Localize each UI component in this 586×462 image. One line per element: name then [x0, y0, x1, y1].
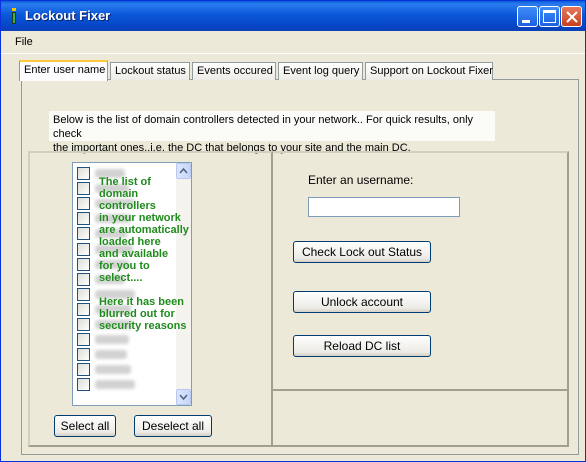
select-all-button[interactable]: Select all [54, 415, 116, 437]
dc-checkbox[interactable] [77, 378, 90, 392]
scroll-up-button[interactable] [176, 163, 191, 179]
dc-checkbox[interactable] [77, 197, 90, 211]
reload-dc-list-button[interactable]: Reload DC list [293, 335, 431, 357]
annotation-line: Here it has been [99, 296, 184, 308]
username-input[interactable] [308, 197, 460, 217]
deselect-all-button[interactable]: Deselect all [134, 415, 212, 437]
dc-checkbox[interactable] [77, 212, 90, 226]
main-window: Lockout Fixer File Enter user name Locko… [0, 0, 586, 462]
check-lockout-status-button[interactable]: Check Lock out Status [293, 241, 431, 263]
dc-checkbox[interactable] [77, 182, 90, 196]
annotation-line: in your network [99, 212, 181, 224]
tab-lockout-status[interactable]: Lockout status [110, 62, 190, 80]
tab-event-log-query[interactable]: Event log query [278, 62, 363, 80]
dc-checkbox[interactable] [77, 242, 90, 256]
intro-text: Below is the list of domain controllers … [49, 111, 495, 154]
annotation-line: The list of [99, 176, 151, 188]
vertical-scrollbar[interactable] [176, 163, 191, 405]
dc-checkbox[interactable] [77, 318, 90, 331]
dc-name-blurred [95, 365, 131, 375]
chevron-down-icon [179, 394, 188, 401]
bottom-right-group [273, 389, 569, 447]
close-icon [566, 11, 578, 23]
dc-checkbox[interactable] [77, 287, 90, 301]
maximize-button[interactable] [539, 6, 560, 27]
dc-checkbox[interactable] [77, 302, 90, 316]
menu-bar: File [1, 32, 585, 54]
dc-list-item[interactable] [77, 378, 177, 392]
annotation-line: loaded here [99, 236, 161, 248]
unlock-account-button[interactable]: Unlock account [293, 291, 431, 313]
intro-line-1: Below is the list of domain controllers … [53, 114, 474, 140]
dc-list-item[interactable] [77, 333, 177, 347]
dc-name-blurred [95, 335, 129, 345]
annotation-line: are automatically [99, 224, 189, 236]
dc-checkbox[interactable] [77, 348, 90, 362]
annotation-line: select.... [99, 272, 143, 284]
tab-events-occured[interactable]: Events occured [192, 62, 276, 80]
dc-checkbox[interactable] [77, 333, 90, 347]
username-label: Enter an username: [308, 173, 414, 187]
annotation-line: and available [99, 248, 169, 260]
dc-checkbox[interactable] [77, 167, 90, 180]
annotation-line: security reasons [99, 320, 187, 332]
annotation-line: blurred out for [99, 308, 175, 320]
annotation-line: for you to [99, 260, 150, 272]
tab-enter-user-name[interactable]: Enter user name [19, 60, 108, 81]
annotation-line: controllers [99, 200, 156, 212]
chevron-up-icon [179, 167, 188, 174]
close-button[interactable] [561, 6, 582, 27]
window-title: Lockout Fixer [25, 8, 111, 23]
menu-file[interactable]: File [15, 36, 33, 48]
app-icon [12, 8, 16, 24]
dc-name-blurred [95, 350, 127, 360]
dc-checkbox[interactable] [77, 227, 90, 241]
tab-support[interactable]: Support on Lockout Fixer [365, 62, 493, 80]
scroll-down-button[interactable] [176, 389, 191, 405]
minimize-button[interactable] [517, 6, 538, 27]
dc-checkbox[interactable] [77, 272, 90, 286]
dc-name-blurred [95, 380, 135, 390]
dc-list-item[interactable] [77, 348, 177, 362]
annotation-line: domain [99, 188, 139, 200]
title-bar[interactable]: Lockout Fixer [1, 1, 585, 31]
dc-checkbox[interactable] [77, 257, 90, 271]
dc-checkbox[interactable] [77, 363, 90, 377]
dc-list-item[interactable] [77, 363, 177, 377]
